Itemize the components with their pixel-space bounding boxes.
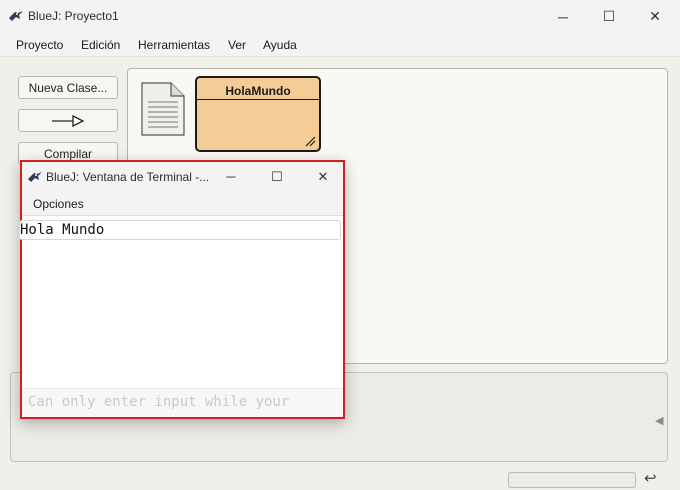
menu-opciones[interactable]: Opciones xyxy=(33,197,84,211)
bluej-bird-icon xyxy=(9,11,23,21)
arrow-left-icon[interactable]: ◀ xyxy=(655,414,663,427)
close-icon: ✕ xyxy=(317,168,329,184)
window-title: BlueJ: Proyecto1 xyxy=(28,9,119,23)
terminal-title: BlueJ: Ventana de Terminal -... xyxy=(46,170,210,184)
class-name-label: HolaMundo xyxy=(225,84,291,98)
terminal-input-field[interactable]: Can only enter input while your xyxy=(22,388,343,417)
menubar: Proyecto Edición Herramientas Ver Ayuda xyxy=(0,33,680,57)
close-icon: ✕ xyxy=(649,8,661,24)
maximize-button[interactable]: ☐ xyxy=(586,0,632,33)
new-class-button[interactable]: Nueva Clase... xyxy=(18,76,118,99)
terminal-close-button[interactable]: ✕ xyxy=(300,162,346,191)
terminal-menubar: Opciones xyxy=(22,191,343,216)
terminal-minimize-button[interactable]: ─ xyxy=(208,162,254,191)
return-icon[interactable]: ↩ xyxy=(644,469,657,487)
readme-document-icon[interactable] xyxy=(141,82,185,136)
inheritance-arrow-icon xyxy=(52,114,85,127)
close-button[interactable]: ✕ xyxy=(632,0,678,33)
maximize-icon: ☐ xyxy=(271,168,283,184)
progress-indicator xyxy=(508,472,636,488)
menu-edicion[interactable]: Edición xyxy=(81,38,120,52)
class-holamundo[interactable]: HolaMundo xyxy=(195,76,321,152)
resize-handle-icon[interactable] xyxy=(304,135,316,147)
menu-proyecto[interactable]: Proyecto xyxy=(16,38,63,52)
terminal-titlebar: BlueJ: Ventana de Terminal -... ─ ☐ ✕ xyxy=(22,162,343,191)
maximize-icon: ☐ xyxy=(602,8,616,24)
terminal-window: BlueJ: Ventana de Terminal -... ─ ☐ ✕ Op… xyxy=(19,160,345,419)
menu-ayuda[interactable]: Ayuda xyxy=(263,38,297,52)
minimize-icon: ─ xyxy=(226,169,236,184)
new-inheritance-arrow-button[interactable] xyxy=(18,109,118,132)
menu-ver[interactable]: Ver xyxy=(228,38,246,52)
minimize-icon: ─ xyxy=(558,8,568,25)
minimize-button[interactable]: ─ xyxy=(540,0,586,33)
terminal-output-line: Hola Mundo xyxy=(19,220,341,240)
class-separator xyxy=(197,99,319,100)
terminal-output-area[interactable]: Hola Mundo xyxy=(19,218,343,389)
main-titlebar: BlueJ: Proyecto1 ─ ☐ ✕ xyxy=(0,0,680,33)
terminal-maximize-button[interactable]: ☐ xyxy=(254,162,300,191)
bluej-bird-icon xyxy=(28,172,42,182)
menu-herramientas[interactable]: Herramientas xyxy=(138,38,210,52)
